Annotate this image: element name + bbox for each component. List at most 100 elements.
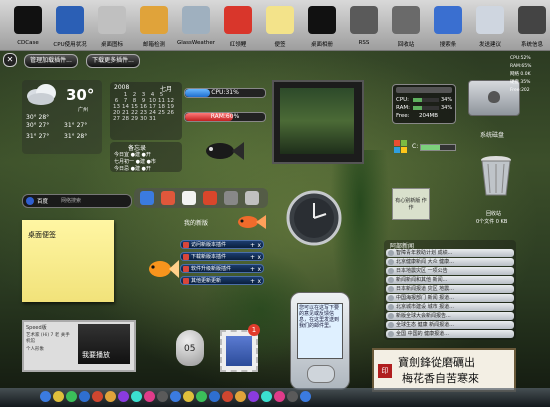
people-icon[interactable] (161, 191, 175, 205)
calligraphy-seal: 印 (378, 364, 392, 378)
gadget-item[interactable]: 访问新版本插件 + x (180, 240, 264, 249)
gadget-icon (183, 242, 189, 248)
calendar-icon[interactable] (182, 191, 196, 205)
disk-widget[interactable]: C: (394, 138, 456, 158)
photo-caption2: 个人形象 (26, 347, 44, 352)
settings-icon[interactable] (196, 391, 207, 402)
news-item[interactable]: 全球生态 健康 新闻报道... (386, 321, 514, 329)
add-icon[interactable]: + (250, 277, 255, 286)
add-icon[interactable]: + (250, 265, 255, 274)
gadget-item[interactable]: 下载新版本插件 + x (180, 252, 264, 261)
media-icon[interactable] (66, 391, 77, 402)
news-item[interactable]: 新版全球大会新闻报告... (386, 312, 514, 320)
dock-item-12[interactable]: 系统信息 (510, 2, 550, 48)
sticky-note-text[interactable]: 桌面便签 (28, 230, 56, 240)
power-icon[interactable] (300, 391, 311, 402)
tools-icon[interactable] (245, 191, 259, 205)
sysinfo-ram-label: RAM: (396, 105, 410, 111)
msn-icon[interactable] (170, 391, 181, 402)
qq-icon[interactable] (183, 391, 194, 402)
photo-image: 我要播放 (78, 324, 130, 364)
phone-screen[interactable]: 您可以在这写下要的意见或反馈信息，在这里发送到我们的邮件里。 (297, 303, 343, 359)
gadget-item[interactable]: 软件升级新版插件 + x (180, 264, 264, 273)
news-title: 中国海报部门 新闻 报道... (396, 295, 454, 301)
network-icon[interactable] (222, 391, 233, 402)
news-bullet-icon (388, 313, 394, 319)
right-side-info: CPU:52% RAM:65% 网络 0.0K 硬盘 35% Free:202 (510, 55, 550, 95)
news-item[interactable]: 日本地震灾区 一项公告 (386, 267, 514, 275)
news-item[interactable]: 北京城市建设 城市 报道... (386, 303, 514, 311)
calendar-day[interactable]: 31 (148, 116, 157, 122)
photo-frame[interactable] (272, 80, 364, 164)
calendar-widget[interactable]: 2008 七月 1 2 3 4 5 6 7 8 9 10 11 12 13 14 15 16 17 18 19 20 2… (110, 82, 182, 140)
photo-widget[interactable]: Speed版 艺术家 (Hi) 7 老 关手机馆 个人形象 我要播放 (22, 320, 136, 372)
close-icon[interactable]: ✕ (3, 53, 17, 67)
start-icon[interactable] (40, 391, 51, 402)
egg-timer[interactable]: 05 (176, 330, 204, 366)
close-icon[interactable]: x (257, 265, 261, 274)
desktop-icon[interactable] (287, 391, 298, 402)
weather-widget[interactable]: 30° 广州 30° 28° 30° 27° 31° 27° 31° 27° 31° … (22, 80, 102, 154)
calendar-day[interactable]: 28 (121, 116, 130, 122)
gadget-label: 访问新版本插件 (191, 242, 227, 248)
shield-icon[interactable] (261, 391, 272, 402)
help-icon[interactable] (235, 391, 246, 402)
add-icon[interactable]: + (250, 253, 255, 262)
feedback-phone[interactable]: 您可以在这写下要的意见或反馈信息，在这里发送到我们的邮件里。 (290, 292, 350, 390)
search-input[interactable]: 网络搜索 (61, 197, 81, 204)
game-icon[interactable] (131, 391, 142, 402)
folder-icon[interactable] (105, 391, 116, 402)
update-icon[interactable] (274, 391, 285, 402)
system-info-widget[interactable]: CPU: 34% RAM: 34% Free: 204MB (392, 84, 456, 124)
weather-city: 广州 (78, 107, 89, 113)
news-bullet-icon (388, 250, 394, 256)
close-icon[interactable]: x (257, 253, 261, 262)
clock-icon[interactable] (248, 391, 259, 402)
phone-keypad (307, 365, 335, 383)
manage-plugins-button[interactable]: 管理加载插件... (24, 54, 78, 68)
trash-icon[interactable] (478, 155, 514, 197)
news-item[interactable]: 新闻新闻和其他 新闻... (386, 276, 514, 284)
download-plugins-button[interactable]: 下载更多插件... (86, 54, 140, 68)
music-icon[interactable] (118, 391, 129, 402)
forecast-high: 30° (26, 122, 37, 129)
sysinfo-ram-bar (413, 106, 439, 110)
rss-news-widget[interactable]: 阿部新闻 智障青年救助计划 成绩... 北京健康新闻 大众 健康... 日本地震灾区… (384, 240, 516, 340)
photo-overlay-text: 我要播放 (82, 351, 110, 359)
calendar-day[interactable]: 29 (130, 116, 139, 122)
tools-icon[interactable] (209, 391, 220, 402)
news-item[interactable]: 智障青年救助计划 成绩... (386, 249, 514, 257)
news-item[interactable]: 全国 中国的 健康报道... (386, 330, 514, 338)
news-item[interactable]: 中国海报部门 新闻 报道... (386, 294, 514, 302)
close-icon[interactable]: x (257, 241, 261, 250)
calendar-day[interactable]: 27 (112, 116, 121, 122)
browser-icon[interactable] (92, 391, 103, 402)
news-item[interactable]: 北京健康新闻 大众 健康... (386, 258, 514, 266)
desktop: CDCase CPU使用状况 桌面图标 邮箱检测 GlassWeather 红领鲤 便签 桌面… (0, 0, 550, 407)
ie-icon[interactable] (79, 391, 90, 402)
news-item[interactable]: 日本新闻报道 灾区 地震... (386, 285, 514, 293)
mail-icon[interactable] (157, 391, 168, 402)
search-bar[interactable]: 百度 网络搜索 (22, 194, 132, 208)
news-title: 北京城市建设 城市 报道... (396, 304, 454, 310)
news-bullet-icon (388, 259, 394, 265)
mail-stamp-icon[interactable]: 1 (220, 324, 260, 372)
magnet-icon[interactable] (203, 191, 217, 205)
add-icon[interactable]: + (250, 241, 255, 250)
news-title: 北京健康新闻 大众 健康... (396, 259, 454, 265)
calendar-day[interactable]: 30 (139, 116, 148, 122)
calendar-day[interactable]: 26 (166, 110, 175, 116)
egg-timer-value: 05 (184, 344, 196, 354)
chat-icon[interactable] (53, 391, 64, 402)
gadget-icon (183, 254, 189, 260)
apple-icon (488, 91, 500, 103)
close-icon[interactable]: x (257, 277, 261, 286)
cd-icon (14, 6, 42, 34)
calendar-day[interactable]: 25 (157, 110, 166, 116)
trash-icon (392, 6, 420, 34)
toolbox-icon[interactable] (224, 191, 238, 205)
globe-icon[interactable] (140, 191, 154, 205)
sticky-note[interactable]: 桌面便签 (22, 220, 114, 302)
photo-icon[interactable] (144, 391, 155, 402)
gadget-item[interactable]: 其他更新更新 + x (180, 276, 264, 285)
